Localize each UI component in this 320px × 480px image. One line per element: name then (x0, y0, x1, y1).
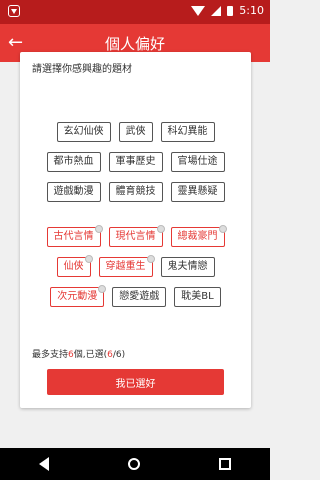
selected-indicator-icon (218, 225, 227, 233)
system-nav-bar (0, 448, 270, 480)
tag-row: 遊戲動漫 體育競技 靈異懸疑 (20, 182, 251, 202)
status-indicators: 5:10 (191, 4, 264, 17)
selected-indicator-icon (156, 225, 165, 233)
genre-group-female: 古代言情 現代言情 總裁豪門仙俠 穿越重生 鬼夫情戀次元動漫 戀愛遊戲 耽美BL (20, 225, 251, 317)
status-time: 5:10 (239, 4, 264, 17)
genre-tag[interactable]: 靈異懸疑 (170, 182, 225, 202)
selected-indicator-icon (84, 255, 93, 263)
genre-tag-selected[interactable]: 仙俠 (56, 255, 93, 277)
download-notification-icon (8, 5, 20, 17)
tag-row: 都市熱血 軍事歷史 官場仕途 (20, 152, 251, 172)
tag-row: 玄幻仙俠 武俠 科幻異能 (20, 122, 251, 142)
genre-tag[interactable]: 武俠 (118, 122, 153, 142)
genre-tag-label: 總裁豪門 (177, 231, 218, 242)
genre-tag-label: 耽美BL (181, 291, 214, 302)
genre-tag-label: 穿越重生 (105, 261, 146, 272)
genre-tag-selected[interactable]: 古代言情 (46, 225, 103, 247)
tag-row: 仙俠 穿越重生 鬼夫情戀 (20, 255, 251, 277)
prompt-text: 請選擇你感興趣的題材 (32, 64, 132, 75)
genre-tag-selected[interactable]: 次元動漫 (50, 285, 107, 307)
genre-tag-label: 鬼夫情戀 (167, 261, 208, 272)
signal-icon (211, 5, 222, 16)
genre-tag-selected[interactable]: 總裁豪門 (170, 225, 227, 247)
genre-tag[interactable]: 鬼夫情戀 (160, 257, 215, 277)
genre-group-male: 玄幻仙俠 武俠 科幻異能 都市熱血 軍事歷史 官場仕途 遊戲動漫 體育競技 靈異懸疑 (20, 122, 251, 212)
genre-tag[interactable]: 戀愛遊戲 (112, 287, 167, 307)
nav-back-icon[interactable] (39, 457, 50, 471)
confirm-button[interactable]: 我已選好 (47, 369, 224, 395)
genre-tag-label: 古代言情 (53, 231, 94, 242)
genre-tag[interactable]: 科幻異能 (160, 122, 215, 142)
selected-indicator-icon (98, 285, 107, 293)
genre-tag[interactable]: 玄幻仙俠 (56, 122, 111, 142)
status-bar: 5:10 (0, 0, 270, 24)
genre-tag[interactable]: 耽美BL (174, 287, 221, 307)
nav-home-icon[interactable] (127, 458, 140, 470)
selected-indicator-icon (146, 255, 155, 263)
nav-recent-apps-icon[interactable] (218, 458, 231, 470)
tag-row: 次元動漫 戀愛遊戲 耽美BL (20, 285, 251, 307)
wifi-icon (191, 5, 206, 16)
genre-tag[interactable]: 都市熱血 (46, 152, 101, 172)
genre-tag-selected[interactable]: 穿越重生 (98, 255, 155, 277)
genre-tag[interactable]: 軍事歷史 (108, 152, 163, 172)
genre-tag-label: 現代言情 (115, 231, 156, 242)
selection-count: 最多支持6個,已選(6/6) (32, 350, 126, 360)
genre-tag-selected[interactable]: 現代言情 (108, 225, 165, 247)
selected-indicator-icon (94, 225, 103, 233)
preference-card: 請選擇你感興趣的題材 玄幻仙俠 武俠 科幻異能 都市熱血 軍事歷史 官場仕途 遊戲動漫 體育競… (20, 52, 251, 408)
genre-tag[interactable]: 體育競技 (108, 182, 163, 202)
genre-tag-label: 仙俠 (63, 261, 84, 272)
page-title: 個人偏好 (104, 35, 165, 53)
genre-tag-label: 戀愛遊戲 (119, 291, 160, 302)
genre-tag[interactable]: 官場仕途 (170, 152, 225, 172)
genre-tag-label: 次元動漫 (57, 291, 98, 302)
battery-icon (227, 5, 234, 16)
tag-row: 古代言情 現代言情 總裁豪門 (20, 225, 251, 247)
genre-tag[interactable]: 遊戲動漫 (46, 182, 101, 202)
